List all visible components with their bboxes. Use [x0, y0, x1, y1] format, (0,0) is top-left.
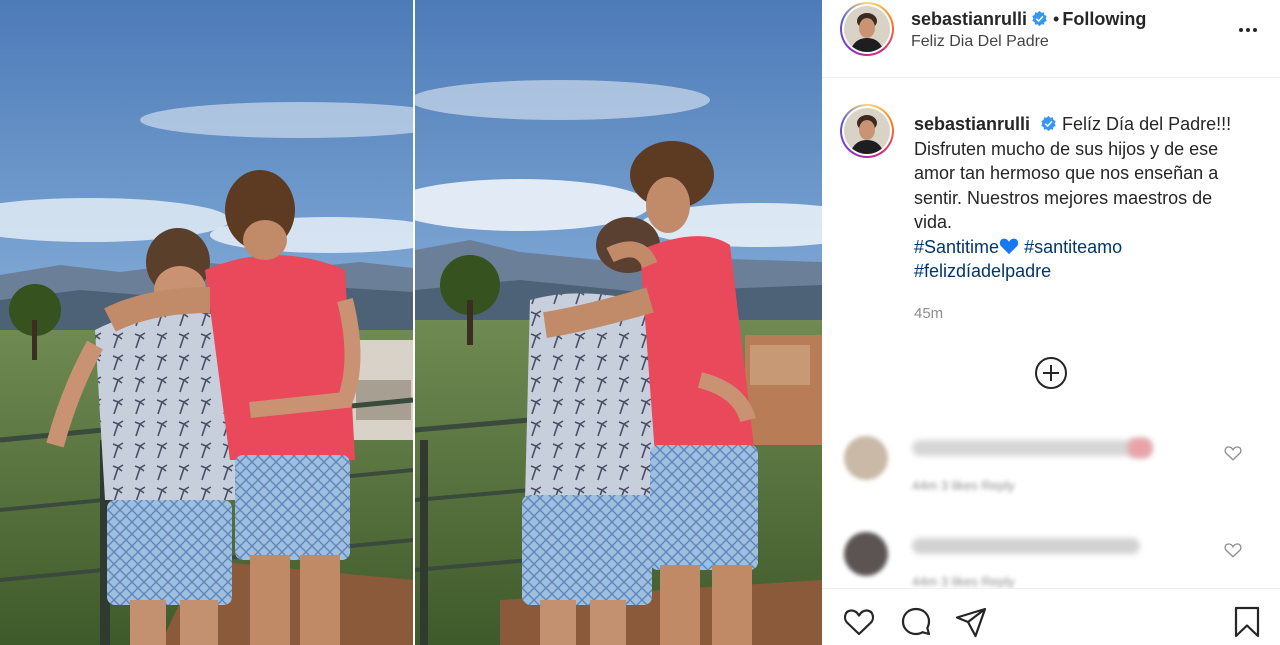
avatar-image [844, 108, 890, 154]
hashtag-santitime[interactable]: #Santitime [914, 237, 999, 257]
post-timestamp[interactable]: 45m [914, 305, 943, 322]
verified-badge-icon [1041, 115, 1056, 132]
photo-illustration [0, 0, 822, 645]
caption-greeting: Felíz Día del Padre!!! [1062, 114, 1232, 134]
caption-body: Disfruten mucho de sus hijos y de ese am… [914, 138, 1219, 233]
comment-like-heart-icon[interactable] [1224, 444, 1242, 462]
comment-meta: 44m 3 likes Reply [912, 478, 1015, 493]
post-photo[interactable] [0, 0, 822, 645]
comment-meta: 44m 3 likes Reply [912, 574, 1015, 589]
comment-text-blurred [912, 440, 1152, 456]
author-username[interactable]: sebastianrulli [911, 9, 1027, 29]
caption-text: sebastianrulli Felíz Día del Padre!!! Dis… [914, 112, 1244, 284]
photo-left-half [0, 0, 413, 645]
comment-item: 44m 3 likes Reply [822, 422, 1280, 510]
comment-bubble-icon[interactable] [899, 605, 933, 639]
paper-plane-icon[interactable] [954, 605, 988, 639]
post-action-bar [822, 588, 1280, 645]
header-name-line: sebastianrulli • Following [911, 9, 1146, 30]
caption-avatar[interactable] [840, 104, 894, 158]
photo-right-half [415, 0, 822, 645]
more-options-icon[interactable] [1236, 18, 1260, 42]
post-location[interactable]: Feliz Dia Del Padre [911, 33, 1049, 51]
heart-icon[interactable] [842, 605, 876, 639]
post-sidebar: sebastianrulli • Following Feliz Dia Del P… [822, 0, 1280, 645]
plus-circle-icon[interactable] [1034, 356, 1068, 390]
author-avatar[interactable] [840, 2, 894, 56]
bookmark-icon[interactable] [1230, 605, 1264, 639]
verified-badge-icon [1032, 10, 1047, 27]
blue-heart-emoji-icon [999, 238, 1019, 254]
hashtag-felizdiadelpadre[interactable]: #felizdíadelpadre [914, 261, 1051, 281]
post-header: sebastianrulli • Following Feliz Dia Del P… [822, 0, 1280, 78]
separator-dot: • [1053, 9, 1060, 29]
following-button[interactable]: Following [1062, 9, 1146, 29]
comment-like-heart-icon[interactable] [1224, 541, 1242, 559]
hashtag-santiteamo[interactable]: #santiteamo [1024, 237, 1122, 257]
comment-avatar[interactable] [844, 532, 888, 576]
comment-text-blurred [912, 538, 1140, 554]
comment-avatar[interactable] [844, 436, 888, 480]
avatar-image [844, 6, 890, 52]
caption-username[interactable]: sebastianrulli [914, 114, 1030, 134]
comment-emoji-blurred [1128, 438, 1152, 458]
